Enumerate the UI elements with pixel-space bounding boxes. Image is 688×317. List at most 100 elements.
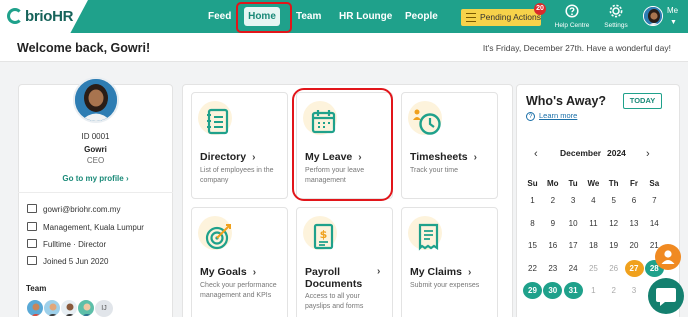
calendar-day[interactable]: 27 <box>624 259 644 277</box>
help-icon <box>552 4 592 21</box>
chevron-down-icon[interactable]: ▼ <box>670 19 677 26</box>
tile-my-claims-subtitle: Submit your expenses <box>410 282 480 289</box>
weekday-label: Sa <box>649 179 660 188</box>
weekday-label: Th <box>608 179 619 188</box>
svg-text:$: $ <box>320 228 328 241</box>
top-nav-bar: brioHR Feed Home Team HR Lounge People P… <box>0 0 688 33</box>
chevron-right-icon: › <box>252 267 257 278</box>
calendar-day[interactable]: 3 <box>625 282 644 299</box>
team-avatar[interactable] <box>77 299 95 317</box>
calendar-day[interactable]: 31 <box>563 282 583 300</box>
help-centre-label: Help Centre <box>554 22 590 29</box>
go-to-profile-link[interactable]: Go to my profile › <box>18 174 173 183</box>
pending-actions-button[interactable]: Pending Actions <box>461 9 541 26</box>
calendar-day[interactable]: 1 <box>523 192 542 209</box>
calendar-day[interactable]: 20 <box>625 237 644 254</box>
user-avatar[interactable] <box>643 6 663 26</box>
profile-divider <box>18 192 173 193</box>
pending-count-badge: 20 <box>534 3 546 15</box>
gear-icon <box>596 4 636 21</box>
profile-avatar <box>73 77 119 123</box>
team-more-avatar[interactable]: IJ <box>95 300 113 317</box>
mail-icon <box>27 204 37 213</box>
calendar-day[interactable]: 23 <box>543 260 562 277</box>
nav-link-feed[interactable]: Feed <box>208 11 231 22</box>
chevron-right-icon: › <box>473 152 477 163</box>
calendar-day[interactable]: 1 <box>584 282 603 299</box>
calendar-year: 2024 <box>607 148 626 158</box>
today-button[interactable]: TODAY <box>623 93 662 109</box>
tile-directory[interactable]: Directory › List of employees in the comp… <box>191 92 288 199</box>
welcome-heading: Welcome back, Gowri! <box>17 41 151 55</box>
calendar-day[interactable]: 13 <box>625 215 644 232</box>
people-fab[interactable] <box>655 244 681 270</box>
calendar-day[interactable]: 24 <box>564 260 583 277</box>
calendar-day[interactable]: 12 <box>604 215 623 232</box>
calendar-day[interactable]: 9 <box>543 215 562 232</box>
calendar-day[interactable]: 15 <box>523 237 542 254</box>
brand-name: brioHR <box>25 8 74 25</box>
calendar-day[interactable]: 3 <box>564 192 583 209</box>
calendar-day[interactable]: 10 <box>564 215 583 232</box>
welcome-bar: Welcome back, Gowri! It's Friday, Decemb… <box>0 33 688 62</box>
nav-link-team[interactable]: Team <box>296 11 321 22</box>
calendar-day[interactable]: 11 <box>584 215 603 232</box>
learn-more-link[interactable]: ? Learn more <box>526 111 577 121</box>
calendar-day[interactable]: 25 <box>584 260 603 277</box>
whos-away-title: Who's Away? <box>526 94 607 108</box>
tile-directory-subtitle: List of employees in the company <box>200 167 274 184</box>
building-icon <box>27 222 37 231</box>
team-avatar[interactable] <box>60 299 78 317</box>
calendar-day[interactable]: 8 <box>523 215 542 232</box>
me-label[interactable]: Me <box>667 6 678 15</box>
calendar-day[interactable]: 2 <box>604 282 623 299</box>
tile-my-goals[interactable]: My Goals › Check your performance managem… <box>191 207 288 317</box>
calendar-day[interactable]: 22 <box>523 260 542 277</box>
help-centre-button[interactable]: Help Centre <box>552 4 592 29</box>
calendar-day[interactable]: 4 <box>584 192 603 209</box>
tile-timesheets[interactable]: Timesheets › Track your time <box>401 92 498 199</box>
calendar-day[interactable]: 17 <box>564 237 583 254</box>
calendar-day[interactable]: 16 <box>543 237 562 254</box>
chat-fab[interactable] <box>648 278 684 314</box>
chevron-right-icon: › <box>377 266 381 277</box>
nav-link-hr-lounge[interactable]: HR Lounge <box>339 11 392 22</box>
go-to-profile-label: Go to my profile <box>62 174 124 183</box>
brand-logo[interactable]: brioHR <box>0 0 88 33</box>
tile-directory-title: Directory <box>200 151 247 163</box>
tile-my-claims[interactable]: My Claims › Submit your expenses <box>401 207 498 317</box>
tile-payroll-documents[interactable]: $ Payroll Documents › Access to all your… <box>296 207 393 317</box>
prev-month-button[interactable]: ‹ <box>534 148 538 160</box>
calendar-day[interactable]: 18 <box>584 237 603 254</box>
my-leave-highlight-box <box>292 88 393 201</box>
tile-payroll-title-line1: Payroll <box>305 266 341 278</box>
weekday-label: We <box>587 179 600 188</box>
next-month-button[interactable]: › <box>646 148 650 160</box>
tile-payroll-title-line2: Documents <box>305 278 363 290</box>
chevron-right-icon: › <box>125 174 129 183</box>
team-avatar[interactable] <box>43 299 61 317</box>
learn-more-label: Learn more <box>539 111 578 120</box>
team-avatar[interactable] <box>26 299 44 317</box>
weekday-label: Tu <box>568 179 578 188</box>
calendar-day[interactable]: 2 <box>543 192 562 209</box>
calendar-day[interactable]: 19 <box>604 237 623 254</box>
settings-button[interactable]: Settings <box>596 4 636 29</box>
calendar-day[interactable]: 6 <box>625 192 644 209</box>
list-icon <box>466 13 476 22</box>
calendar-day[interactable]: 5 <box>604 192 623 209</box>
profile-department: Management, Kuala Lumpur <box>43 223 144 232</box>
calendar-small-icon <box>27 256 37 265</box>
profile-joined-row: Joined 5 Jun 2020 <box>27 256 108 266</box>
nav-link-people[interactable]: People <box>405 11 438 22</box>
date-message: It's Friday, December 27th. Have a wonde… <box>482 43 671 53</box>
calendar-day[interactable]: 26 <box>604 260 623 277</box>
profile-joined: Joined 5 Jun 2020 <box>43 257 109 266</box>
calendar-day[interactable]: 14 <box>645 215 664 232</box>
calendar-day[interactable]: 7 <box>645 192 664 209</box>
profile-department-row: Management, Kuala Lumpur <box>27 222 144 232</box>
employee-id: ID 0001 <box>81 132 110 141</box>
profile-employment-row: Fulltime · Director <box>27 239 106 249</box>
tile-my-goals-title: My Goals <box>200 266 247 278</box>
calendar-month: December <box>560 148 602 158</box>
